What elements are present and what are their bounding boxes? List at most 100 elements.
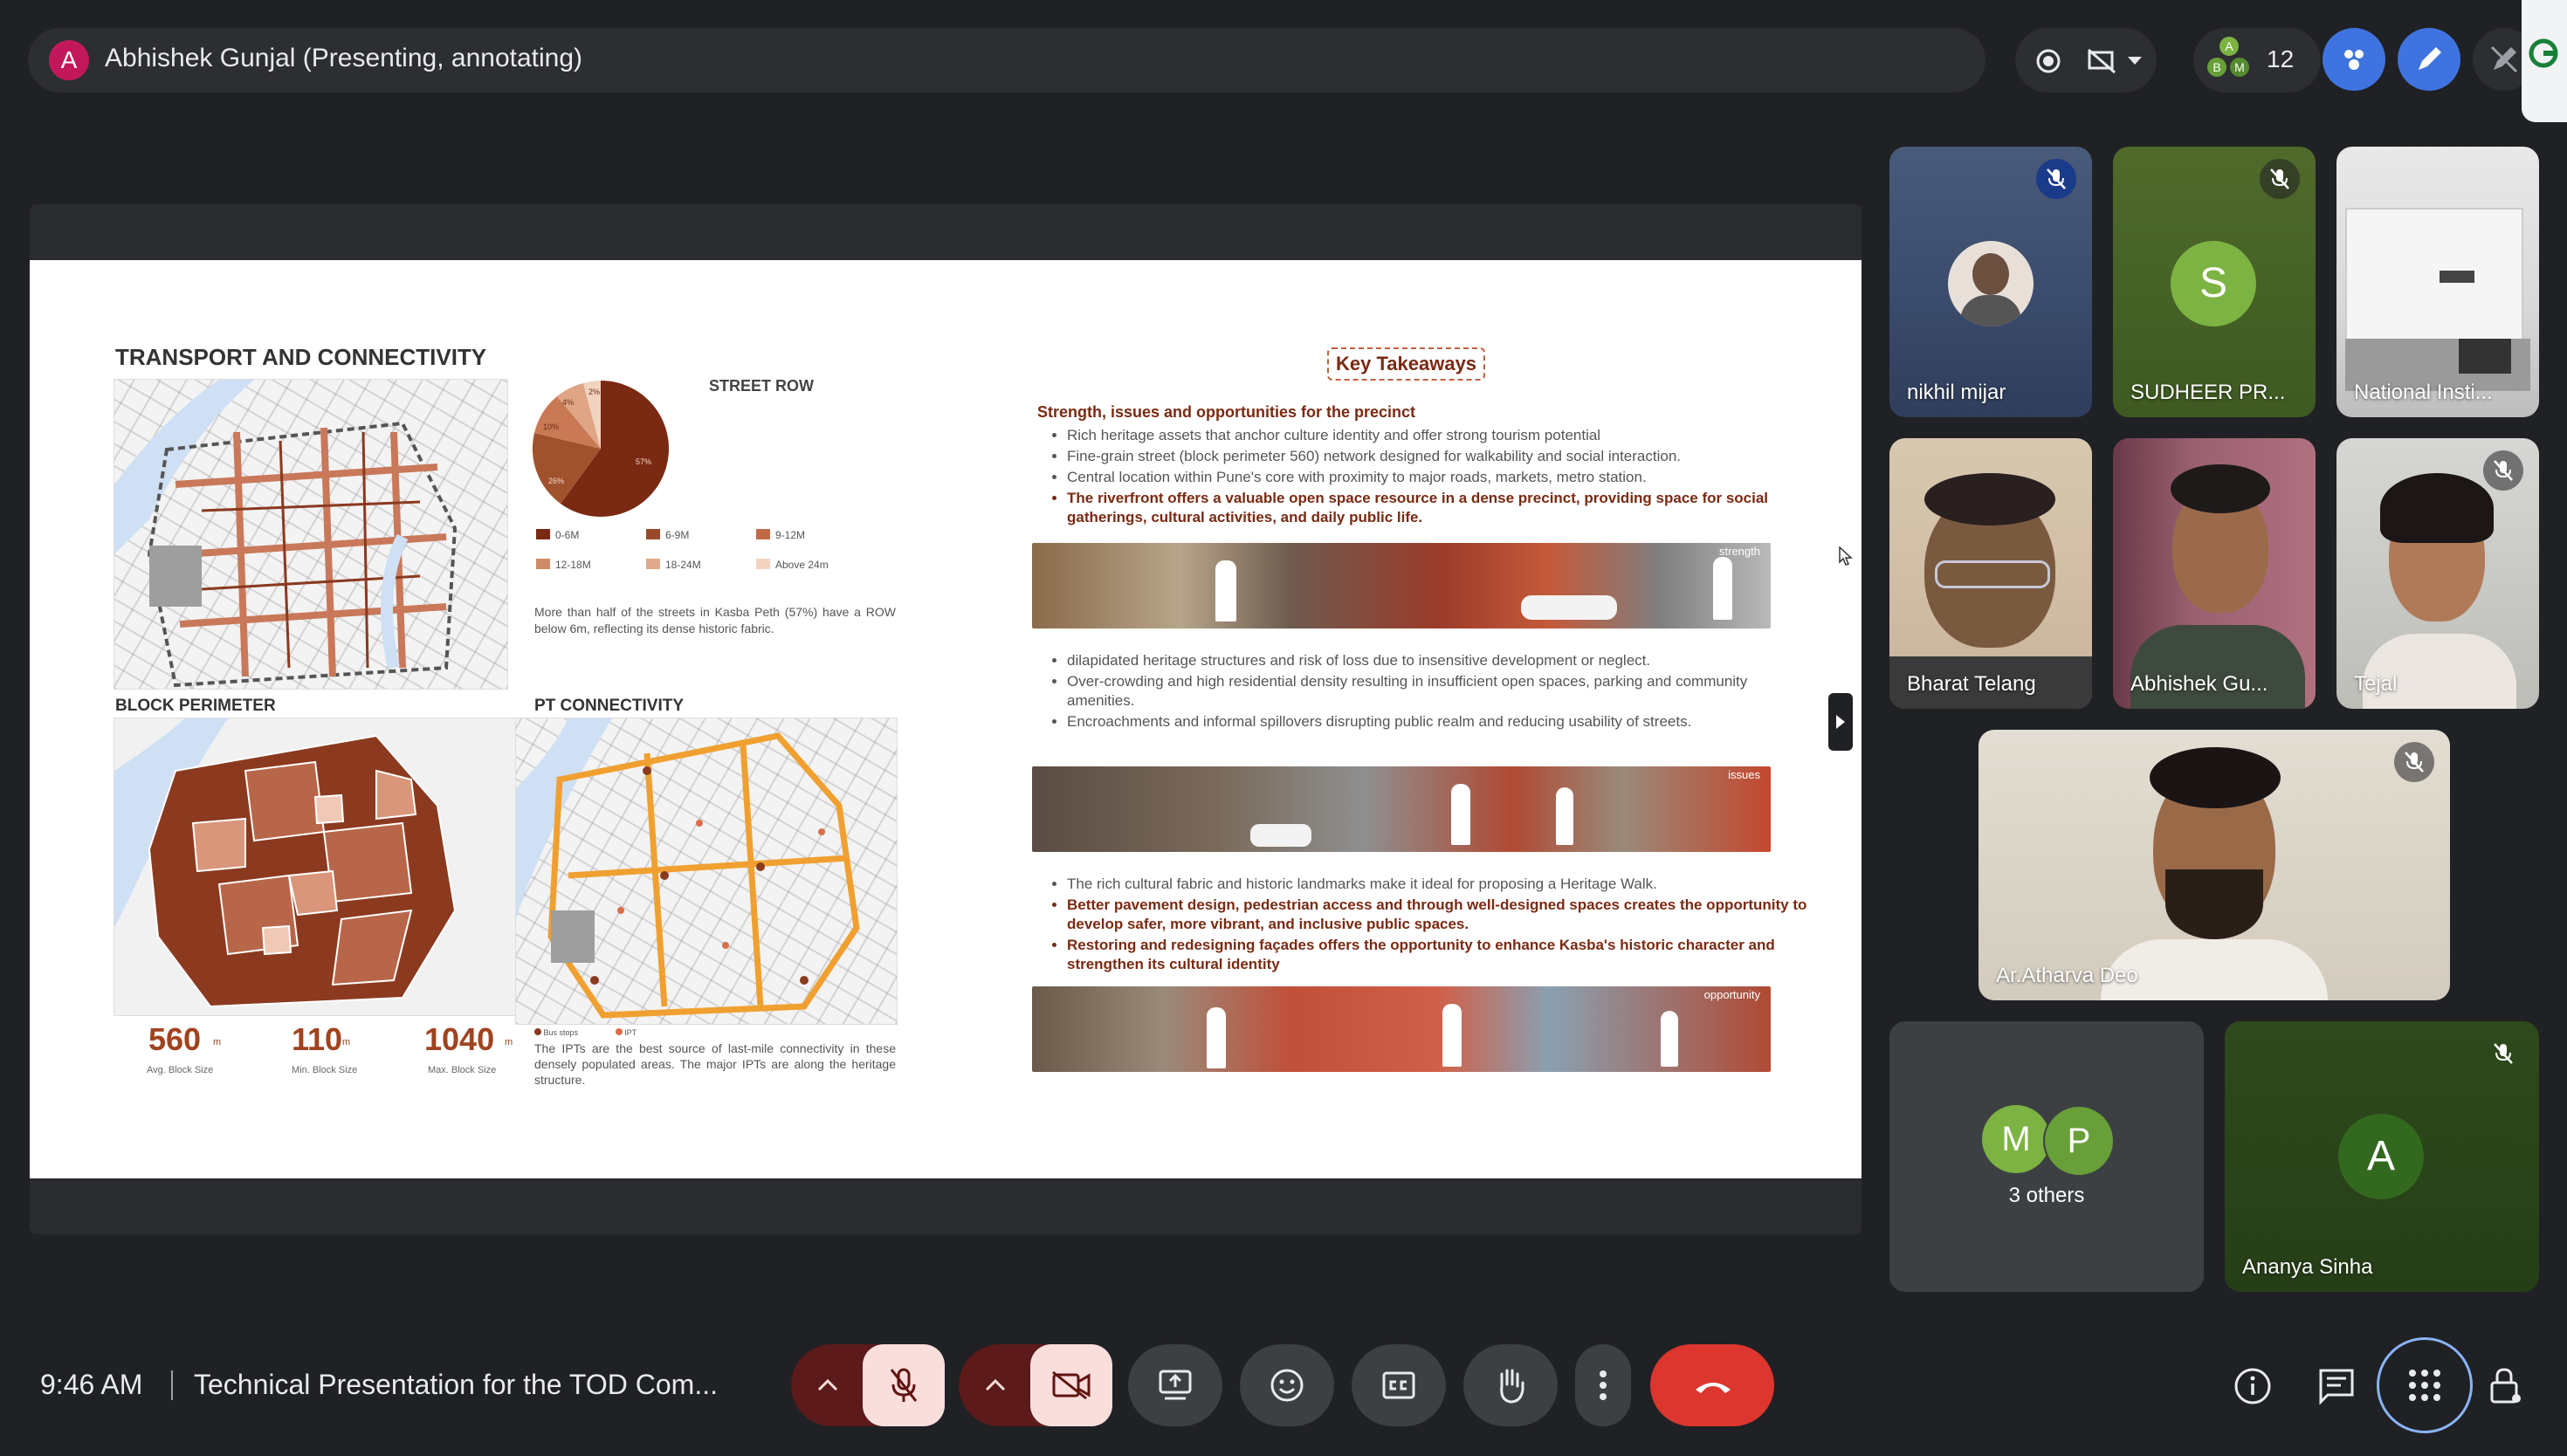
participant-tile[interactable]: nikhil mijar (1889, 147, 2092, 417)
participant-tile[interactable]: S SUDHEER PR... (2113, 147, 2316, 417)
car-silhouette (1521, 595, 1617, 620)
legend-swatch (536, 559, 550, 569)
muted-badge (2036, 159, 2076, 199)
chat-button[interactable] (2312, 1362, 2361, 1411)
next-slide-button[interactable] (1828, 693, 1853, 751)
mic-control-group (791, 1344, 945, 1426)
list-item: dilapidated heritage structures and risk… (1067, 651, 1816, 670)
figure-silhouette (1713, 557, 1732, 620)
strengths-list: Rich heritage assets that anchor culture… (1046, 426, 1816, 529)
video-options-button[interactable] (959, 1344, 1032, 1426)
wall-sign (2440, 271, 2474, 283)
presenter-label: Abhishek Gunjal (Presenting, annotating) (105, 44, 583, 72)
stat-caption: Max. Block Size (428, 1065, 497, 1075)
participant-tile[interactable]: Ar.Atharva Deo (1979, 730, 2450, 1000)
participant-initials-cluster: A B M (2207, 37, 2254, 84)
camera-toggle-button[interactable] (1030, 1344, 1112, 1426)
hair-silhouette (2150, 747, 2281, 808)
meet-logo-icon (2529, 38, 2558, 68)
avatar: M (2230, 58, 2249, 77)
list-item: Restoring and redesigning façades offers… (1067, 936, 1816, 974)
hand-icon (1500, 1369, 1524, 1404)
block-perimeter-drawing (114, 718, 457, 1008)
legend-label: 18-24M (665, 559, 701, 571)
street-row-note: More than half of the streets in Kasba P… (534, 605, 896, 635)
hair-silhouette (1924, 473, 2055, 525)
avg-block-value: 560 (148, 1021, 202, 1057)
beard-silhouette (2165, 869, 2263, 939)
avatar: A (2338, 1114, 2424, 1199)
participant-tile[interactable]: Abhishek Gu... (2113, 438, 2316, 709)
closed-captions-icon (1382, 1371, 1415, 1399)
slide-title: TRANSPORT AND CONNECTIVITY (115, 344, 487, 370)
bus-stop-swatch (534, 1028, 541, 1035)
takeaways-subheading: Strength, issues and opportunities for t… (1037, 403, 1416, 421)
list-item: Better pavement design, pedestrian acces… (1067, 896, 1816, 934)
presentation-slide: TRANSPORT AND CONNECTIVITY 57% 26% 10% 4… (30, 260, 1862, 1178)
host-controls-button[interactable] (2481, 1362, 2530, 1411)
legend-swatch (646, 559, 660, 569)
present-screen-icon (1159, 1370, 1192, 1400)
info-icon (2234, 1368, 2271, 1404)
companion-panel-tab[interactable] (2522, 0, 2567, 122)
activities-button[interactable] (2377, 1337, 2473, 1433)
participant-name: nikhil mijar (1907, 381, 2006, 404)
annotate-button[interactable] (2398, 28, 2460, 91)
recording-controls[interactable] (2015, 28, 2157, 93)
muted-badge (2260, 159, 2300, 199)
presenter-banner[interactable]: A Abhishek Gunjal (Presenting, annotatin… (28, 28, 1985, 93)
participant-tile[interactable]: Tejal (2336, 438, 2539, 709)
min-block-value: 110 (292, 1021, 343, 1057)
list-item: Fine-grain street (block perimeter 560) … (1067, 447, 1816, 466)
camera-control-group (959, 1344, 1112, 1426)
mic-off-icon (2270, 168, 2289, 189)
raise-hand-button[interactable] (1463, 1344, 1558, 1426)
car-silhouette (1250, 824, 1311, 847)
list-item: The riverfront offers a valuable open sp… (1067, 489, 1816, 527)
participant-name: Ananya Sinha (2242, 1255, 2373, 1279)
monitor (2459, 339, 2511, 374)
captions-button[interactable] (1352, 1344, 1446, 1426)
chevron-up-icon (817, 1378, 838, 1391)
present-screen-button[interactable] (1128, 1344, 1222, 1426)
leave-call-button[interactable] (1650, 1344, 1774, 1426)
gemini-button[interactable] (2323, 28, 2385, 91)
opportunity-photo-strip: opportunity (1032, 986, 1771, 1072)
mic-toggle-button[interactable] (863, 1344, 945, 1426)
issues-photo-strip: issues (1032, 766, 1771, 852)
more-options-button[interactable] (1575, 1344, 1631, 1426)
stat-caption: Min. Block Size (292, 1065, 358, 1075)
mic-off-icon (2405, 752, 2424, 773)
stat-unit: m (342, 1037, 351, 1047)
list-item: Rich heritage assets that anchor culture… (1067, 426, 1816, 445)
reactions-button[interactable] (1240, 1344, 1334, 1426)
street-row-legend: 0-6M 6-9M 9-12M 12-18M 18-24M Above 24m (536, 529, 885, 581)
pt-connectivity-title: PT CONNECTIVITY (534, 697, 685, 715)
muted-badge (2483, 1034, 2523, 1074)
participants-button[interactable]: A B M 12 (2193, 28, 2321, 93)
street-row-title: STREET ROW (709, 377, 814, 395)
participant-name: National Insti... (2354, 381, 2493, 404)
audio-options-button[interactable] (791, 1344, 864, 1426)
body-silhouette (1960, 295, 2021, 326)
participant-tile[interactable]: National Insti... (2336, 147, 2539, 417)
meeting-details-button[interactable] (2228, 1362, 2277, 1411)
camera-off-icon (1052, 1370, 1091, 1400)
figure-silhouette (1215, 560, 1236, 622)
pt-connectivity-map (515, 718, 898, 1025)
issues-list: dilapidated heritage structures and risk… (1046, 651, 1816, 733)
avatar: A (2219, 37, 2239, 56)
legend-label: Bus stops (543, 1028, 579, 1037)
clock: 9:46 AM (40, 1369, 143, 1400)
apps-grid-icon (2409, 1370, 2440, 1401)
participant-tile[interactable]: A Ananya Sinha (2225, 1021, 2539, 1292)
others-tile[interactable]: M P 3 others (1889, 1021, 2204, 1292)
legend-label: 6-9M (665, 529, 690, 541)
issues-tag: issues (1728, 768, 1760, 781)
legend-swatch (756, 529, 770, 539)
pt-legend: Bus stops IPT (534, 1028, 709, 1040)
legend-swatch (756, 559, 770, 569)
participant-name: Ar.Atharva Deo (1996, 964, 2138, 987)
hair-silhouette (2380, 473, 2494, 543)
participant-tile[interactable]: Bharat Telang (1889, 438, 2092, 709)
